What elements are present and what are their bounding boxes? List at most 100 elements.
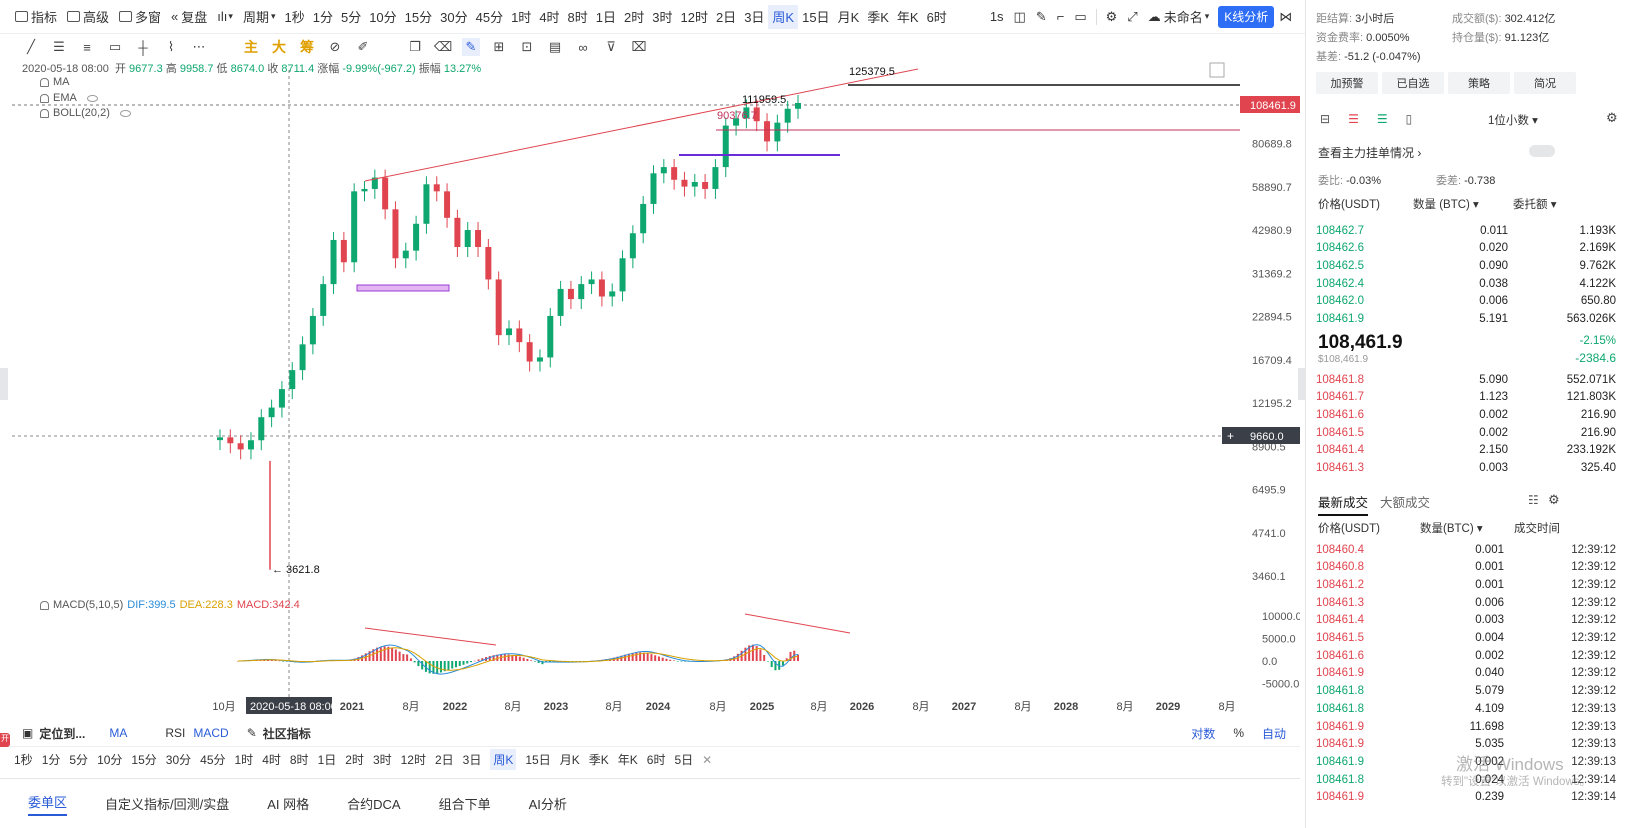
eye-icon[interactable] <box>86 94 98 102</box>
log-scale-button[interactable]: 对数 <box>1191 725 1215 742</box>
period-dropdown[interactable]: 周期 ▾ <box>238 5 281 29</box>
share-icon[interactable]: ⋈ <box>1274 5 1297 29</box>
bottom-timeframe-17[interactable]: 15日 <box>525 751 550 768</box>
bottom-timeframe-19[interactable]: 季K <box>589 751 609 768</box>
bottom-timeframe-8[interactable]: 4时 <box>262 751 281 768</box>
fullscreen-icon[interactable]: ⤢ <box>1122 5 1142 29</box>
timeframe-8[interactable]: 4时 <box>535 5 563 29</box>
multi-window-button[interactable]: 多窗 <box>114 5 166 29</box>
bottom-timeframe-9[interactable]: 8时 <box>290 751 309 768</box>
timeframe-4[interactable]: 15分 <box>401 5 436 29</box>
bottom-timeframe-15[interactable]: 3日 <box>463 751 482 768</box>
overview-button[interactable]: 简况 <box>1514 72 1576 94</box>
orderbook-row[interactable]: 108461.3 0.003 325.40 <box>1316 460 1616 477</box>
replay-button[interactable]: «复盘 <box>166 5 212 29</box>
timeframe-12[interactable]: 3时 <box>648 5 676 29</box>
bottom-timeframe-5[interactable]: 30分 <box>166 751 191 768</box>
timeframe-14[interactable]: 2日 <box>712 5 740 29</box>
orderbook-row[interactable]: 108462.4 0.038 4.122K <box>1316 275 1616 292</box>
timeframe-3[interactable]: 10分 <box>365 5 400 29</box>
orderbook-row[interactable]: 108461.5 0.002 216.90 <box>1316 424 1616 441</box>
indicator-ema[interactable]: EMA <box>40 92 98 104</box>
percent-scale-button[interactable]: % <box>1233 726 1244 740</box>
trash-icon[interactable]: ⌧ <box>630 38 648 56</box>
more-icon[interactable]: ⋯ <box>190 38 208 56</box>
bottom-tab-0[interactable]: 委单区 <box>28 792 68 816</box>
ob-header-total[interactable]: 委托额 ▾ <box>1513 196 1556 212</box>
chart-type-button[interactable]: ılı ▾ <box>212 5 238 29</box>
bottom-timeframe-21[interactable]: 6时 <box>647 751 666 768</box>
bottom-timeframe-14[interactable]: 2日 <box>435 751 454 768</box>
timeframe-18[interactable]: 月K <box>834 5 864 29</box>
bottom-timeframe-6[interactable]: 45分 <box>200 751 225 768</box>
link-icon[interactable]: ∞ <box>574 38 592 56</box>
bottom-tab-2[interactable]: AI 网格 <box>267 794 309 813</box>
ma-button[interactable]: MA <box>109 726 127 740</box>
gear-icon[interactable]: ⚙ <box>1548 492 1560 508</box>
orderbook-row[interactable]: 108462.7 0.011 1.193K <box>1316 222 1616 239</box>
close-icon[interactable]: ✕ <box>702 753 712 767</box>
orderbook-row[interactable]: 108462.6 0.020 2.169K <box>1316 240 1616 257</box>
orderbook-row[interactable]: 108461.7 1.123 121.803K <box>1316 389 1616 406</box>
orderbook-row[interactable]: 108461.8 5.090 552.071K <box>1316 371 1616 388</box>
indicator-button[interactable]: 指标 <box>10 5 62 29</box>
right-collapse-handle[interactable] <box>1298 368 1305 400</box>
chip-distribution-button[interactable]: 筹 <box>298 38 316 56</box>
pattern-icon[interactable]: ⌇ <box>162 38 180 56</box>
both-sides-icon[interactable]: ⊟ <box>1320 112 1330 126</box>
bottom-tab-4[interactable]: 组合下单 <box>439 794 491 813</box>
cloud-save-button[interactable]: ☁ 未命名 ▾ <box>1143 5 1215 29</box>
timeframe-10[interactable]: 1日 <box>592 5 620 29</box>
timeframe-11[interactable]: 2时 <box>620 5 648 29</box>
ob-header-qty[interactable]: 数量 (BTC) ▾ <box>1413 196 1479 212</box>
timeframe-9[interactable]: 8时 <box>564 5 592 29</box>
copy-icon[interactable]: ❐ <box>406 38 424 56</box>
camera-icon[interactable]: ◫ <box>1009 5 1031 29</box>
bottom-timeframe-0[interactable]: 1秒 <box>14 751 33 768</box>
timeframe-2[interactable]: 5分 <box>337 5 365 29</box>
indicator-boll[interactable]: BOLL(20,2) <box>40 107 131 119</box>
rsi-button[interactable]: RSI <box>165 726 185 740</box>
magnet-icon[interactable]: ⊘ <box>326 38 344 56</box>
bottom-timeframe-11[interactable]: 2时 <box>345 751 364 768</box>
timeframe-19[interactable]: 季K <box>863 5 893 29</box>
main-indicator-button[interactable]: 主 <box>242 38 260 56</box>
add-alert-button[interactable]: 加预警 <box>1316 72 1378 94</box>
macd-button[interactable]: MACD <box>193 726 228 740</box>
bottom-timeframe-12[interactable]: 3时 <box>373 751 392 768</box>
bottom-timeframe-13[interactable]: 12时 <box>401 751 426 768</box>
gear-icon[interactable]: ⚙ <box>1101 5 1123 29</box>
interval-1s[interactable]: 1s <box>985 5 1009 29</box>
tab-large-trades[interactable]: 大额成交 <box>1380 492 1430 511</box>
orderbook-row[interactable]: 108461.4 2.150 233.192K <box>1316 442 1616 459</box>
timeframe-15[interactable]: 3日 <box>740 5 768 29</box>
draw-mode-icon[interactable]: ✎ <box>462 38 480 56</box>
asks-only-icon[interactable]: ☰ <box>1348 112 1359 126</box>
timeframe-16[interactable]: 周K <box>768 4 799 29</box>
strategy-button[interactable]: 策略 <box>1448 72 1510 94</box>
timeframe-21[interactable]: 6时 <box>923 5 951 29</box>
left-collapse-handle[interactable] <box>0 368 8 400</box>
list-settings-icon[interactable]: ☷ <box>1528 493 1539 507</box>
orderbook-row[interactable]: 108461.6 0.002 216.90 <box>1316 406 1616 423</box>
bottom-timeframe-3[interactable]: 10分 <box>97 751 122 768</box>
timeframe-6[interactable]: 45分 <box>472 5 507 29</box>
orderbook-row[interactable]: 108462.5 0.090 9.762K <box>1316 257 1616 274</box>
timeframe-5[interactable]: 30分 <box>436 5 471 29</box>
community-indicator-button[interactable]: 社区指标 <box>263 725 311 742</box>
rectangle-icon[interactable]: ▭ <box>106 38 124 56</box>
measure-icon[interactable]: ┼ <box>134 38 152 56</box>
bottom-timeframe-20[interactable]: 年K <box>618 751 638 768</box>
bottom-timeframe-18[interactable]: 月K <box>560 751 580 768</box>
orderbook-row[interactable]: 108462.0 0.006 650.80 <box>1316 293 1616 310</box>
timeframe-7[interactable]: 1时 <box>507 5 535 29</box>
bottom-tab-1[interactable]: 自定义指标/回测/实盘 <box>105 794 229 813</box>
trend-line-icon[interactable]: ╱ <box>22 38 40 56</box>
parallel-channel-icon[interactable]: ≡ <box>78 38 96 56</box>
bottom-tab-5[interactable]: AI分析 <box>529 794 567 813</box>
bottom-timeframe-7[interactable]: 1时 <box>235 751 254 768</box>
main-orders-link[interactable]: 查看主力挂单情况 › <box>1318 144 1421 161</box>
bottom-timeframe-1[interactable]: 1分 <box>42 751 61 768</box>
locate-icon[interactable]: ▣ <box>22 726 33 740</box>
bottom-timeframe-10[interactable]: 1日 <box>318 751 337 768</box>
